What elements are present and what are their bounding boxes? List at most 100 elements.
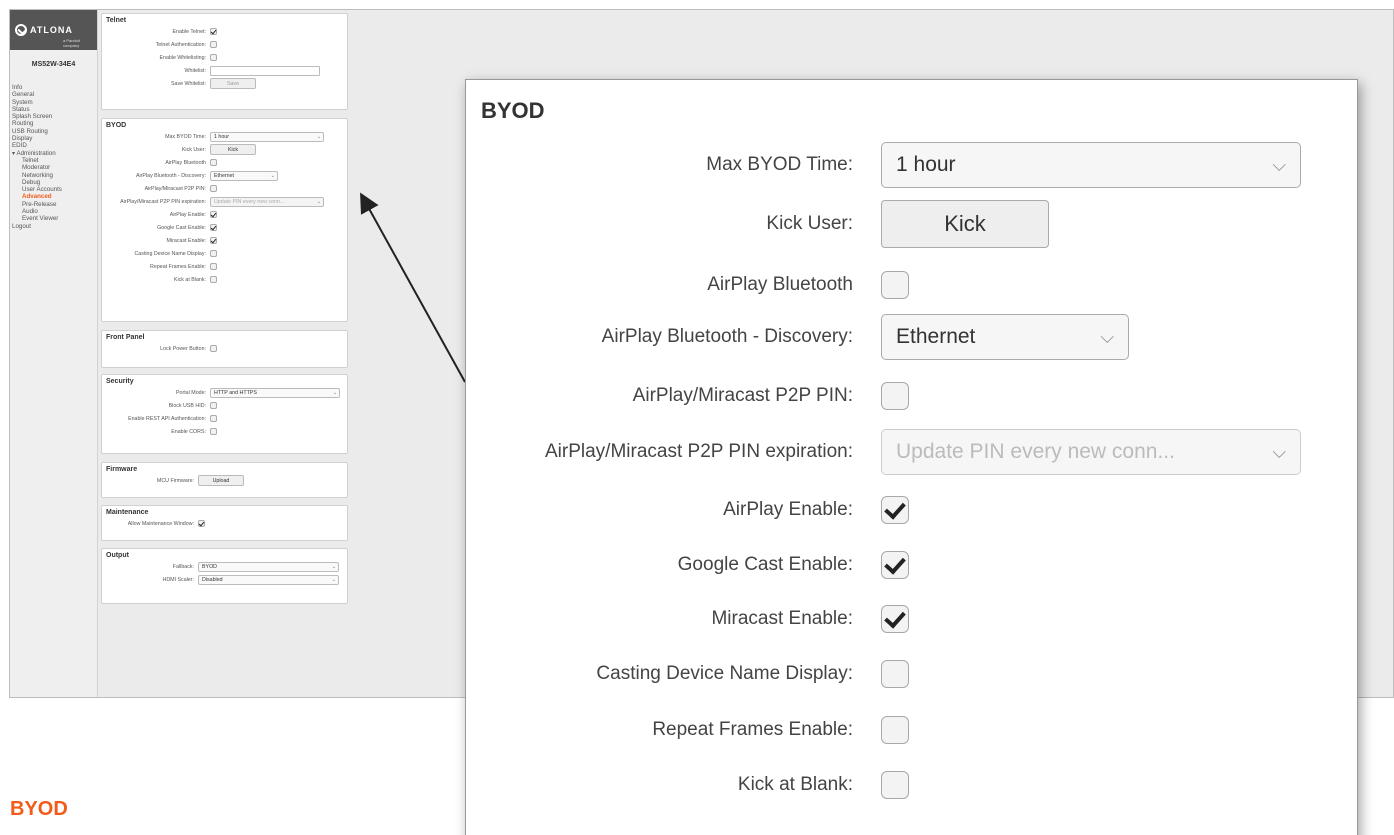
nav-item-event-viewer[interactable]: Event Viewer [12,215,97,222]
select-airplay-bt-discovery-value: Ethernet [214,172,235,179]
nav-item-administration[interactable]: ▾ Administration [12,150,97,157]
zoom-select-airplay-bt-discovery[interactable]: Ethernet ⌵ [881,314,1129,360]
zoom-checkbox-airplay-bluetooth[interactable] [881,271,909,299]
nav-item-logout[interactable]: Logout [12,223,97,230]
zoom-select-max-byod-time[interactable]: 1 hour ⌵ [881,142,1301,188]
select-airplay-bt-discovery[interactable]: Ethernet ⌄ [210,170,278,181]
nav-item-usb-routing[interactable]: USB Routing [12,128,97,135]
zoom-checkbox-kick-at-blank[interactable] [881,771,909,799]
zoom-label-p2p-pin: AirPlay/Miracast P2P PIN: [632,385,853,406]
upload-button[interactable]: Upload [198,475,244,486]
panel-title-firmware: Firmware [106,466,138,473]
nav-item-telnet[interactable]: Telnet [12,157,97,164]
logo-bar: ATLONA a Panduit company [10,10,97,50]
zoom-select-p2p-expiration[interactable]: Update PIN every new conn... ⌵ [881,429,1301,475]
zoom-title: BYOD [481,98,545,123]
nav-item-display[interactable]: Display [12,135,97,142]
row-rest-auth: Enable REST API Authentication: [102,412,347,425]
checkbox-kick-at-blank[interactable] [210,276,217,283]
checkbox-cors[interactable] [210,428,217,435]
panel-title-security: Security [106,378,134,385]
nav-item-status[interactable]: Status [12,106,97,113]
nav-item-user-accounts[interactable]: User Accounts [12,186,97,193]
nav-item-splash-screen[interactable]: Splash Screen [12,113,97,120]
checkbox-rest-auth[interactable] [210,415,217,422]
checkbox-airplay-enable[interactable] [210,211,217,218]
nav-list: Info General System Status Splash Screen… [10,84,97,230]
row-maintenance-window: Allow Maintenance Window: [102,517,347,530]
select-fallback[interactable]: BYOD ⌄ [198,561,339,572]
zoom-kick-button[interactable]: Kick [881,200,1049,248]
row-fallback: Fallback: BYOD ⌄ [102,560,347,573]
checkbox-repeat-frames[interactable] [210,263,217,270]
checkbox-casting-name[interactable] [210,250,217,257]
logo-text: ATLONA [30,24,73,35]
row-max-byod-time: Max BYOD Time: 1 hour ⌄ [102,130,347,143]
zoom-row-p2p-pin: AirPlay/Miracast P2P PIN: [466,376,1359,416]
zoom-checkbox-miracast[interactable] [881,605,909,633]
select-fallback-value: BYOD [202,563,218,570]
label-telnet-auth: Telnet Authentication: [155,41,206,48]
checkbox-enable-telnet[interactable] [210,28,217,35]
save-whitelist-button[interactable]: Save [210,78,256,89]
label-save-whitelist: Save Whitelist: [170,80,206,87]
zoom-label-airplay-bt-discovery: AirPlay Bluetooth - Discovery: [601,326,853,347]
nav-item-advanced[interactable]: Advanced [12,193,97,200]
zoom-checkbox-casting-name[interactable] [881,660,909,688]
checkbox-block-usb[interactable] [210,402,217,409]
label-lock-power: Lock Power Button: [160,345,206,352]
kick-button[interactable]: Kick [210,144,256,155]
zoom-checkbox-p2p-pin[interactable] [881,382,909,410]
nav-item-general[interactable]: General [12,91,97,98]
checkbox-telnet-auth[interactable] [210,41,217,48]
zoom-row-kick-user: Kick User: Kick [466,200,1359,248]
checkbox-p2p-pin[interactable] [210,185,217,192]
label-airplay-enable: AirPlay Enable: [169,211,206,218]
row-lock-power: Lock Power Button: [102,342,347,355]
checkbox-airplay-bluetooth[interactable] [210,159,217,166]
row-enable-telnet: Enable Telnet: [102,25,347,38]
label-casting-name: Casting Device Name Display: [134,250,206,257]
label-mcu-firmware: MCU Firmware: [156,477,194,484]
nav-item-debug[interactable]: Debug [12,179,97,186]
select-hdmi-scaler[interactable]: Disabled ⌄ [198,574,339,585]
zoom-label-p2p-expiration: AirPlay/Miracast P2P PIN expiration: [545,441,853,462]
checkbox-google-cast[interactable] [210,224,217,231]
select-portal-mode[interactable]: HTTP and HTTPS ⌄ [210,387,340,398]
checkbox-lock-power[interactable] [210,345,217,352]
row-save-whitelist: Save Whitelist: Save [102,77,347,90]
zoom-checkbox-repeat-frames[interactable] [881,716,909,744]
sidebar: ATLONA a Panduit company MS52W-34E4 Info… [10,10,98,697]
checkbox-maintenance-window[interactable] [198,520,205,527]
checkbox-enable-whitelisting[interactable] [210,54,217,61]
label-portal-mode: Portal Mode: [175,389,206,396]
chevron-down-icon: ⌄ [270,172,275,179]
zoom-select-p2p-expiration-value: Update PIN every new conn... [896,440,1175,463]
byod-panel: BYOD Max BYOD Time: 1 hour ⌄ Kick User: Kic… [101,118,348,322]
nav-item-networking[interactable]: Networking [12,172,97,179]
zoom-checkbox-google-cast[interactable] [881,551,909,579]
whitelist-input[interactable] [210,65,320,76]
zoom-checkbox-airplay-enable[interactable] [881,496,909,524]
label-whitelist: Whitelist: [184,67,207,74]
label-cors: Enable CORS: [171,428,206,435]
nav-item-moderator[interactable]: Moderator [12,164,97,171]
select-p2p-expiration[interactable]: Update PIN every new conn... ⌄ [210,196,324,207]
row-cors: Enable CORS: [102,425,347,438]
zoom-select-airplay-bt-discovery-value: Ethernet [896,325,976,348]
nav-item-audio[interactable]: Audio [12,208,97,215]
chevron-down-icon: ⌵ [1100,326,1114,347]
nav-item-info[interactable]: Info [12,84,97,91]
label-p2p-pin: AirPlay/Miracast P2P PIN: [144,185,206,192]
zoom-label-kick-at-blank: Kick at Blank: [737,774,853,795]
row-airplay-enable: AirPlay Enable: [102,208,347,221]
chevron-down-icon: ⌄ [331,576,336,583]
label-kick-at-blank: Kick at Blank: [173,276,206,283]
checkbox-miracast[interactable] [210,237,217,244]
nav-item-system[interactable]: System [12,99,97,106]
nav-item-pre-release[interactable]: Pre-Release [12,201,97,208]
nav-item-edid[interactable]: EDID [12,142,97,149]
nav-item-routing[interactable]: Routing [12,120,97,127]
select-max-byod-time[interactable]: 1 hour ⌄ [210,131,324,142]
label-airplay-bt-discovery: AirPlay Bluetooth - Discovery: [135,172,206,179]
